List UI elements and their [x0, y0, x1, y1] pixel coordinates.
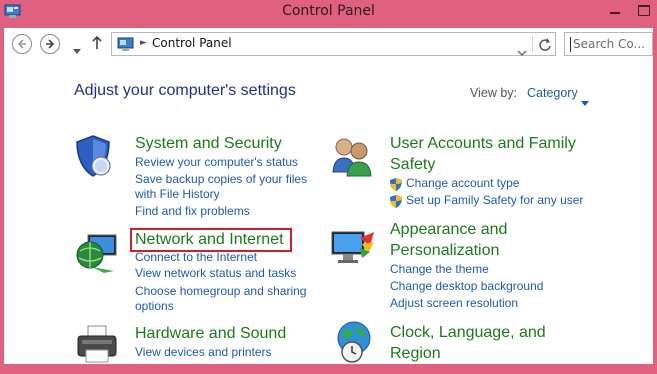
divider	[532, 36, 533, 52]
text-caret	[570, 37, 571, 52]
link-change-account[interactable]: Change account type	[406, 175, 519, 191]
search-input[interactable]: Search Co...	[564, 32, 653, 56]
category-user-accounts[interactable]: User Accounts and Family	[390, 133, 576, 154]
breadcrumb[interactable]: Control Panel	[152, 36, 232, 50]
printer-icon[interactable]	[74, 324, 120, 368]
security-shield-icon[interactable]	[74, 134, 112, 182]
monitor-paint-icon[interactable]	[330, 228, 376, 272]
users-icon[interactable]	[330, 134, 374, 182]
address-bar[interactable]: ► Control Panel	[111, 32, 556, 56]
category-clock-language[interactable]: Clock, Language, and	[390, 322, 546, 343]
link-family-safety[interactable]: Set up Family Safety for any user	[406, 192, 583, 208]
window-title: Control Panel	[282, 3, 375, 19]
control-panel-icon	[117, 37, 134, 56]
chevron-down-icon[interactable]	[581, 91, 589, 110]
uac-shield-icon	[390, 193, 402, 208]
link-save-backup[interactable]: Save backup copies of your files	[135, 171, 307, 187]
link-connect-internet[interactable]: Connect to the Internet	[135, 249, 257, 265]
maximize-button[interactable]	[632, 0, 656, 22]
link-change-theme[interactable]: Change the theme	[390, 261, 489, 277]
link-homegroup[interactable]: Choose homegroup and sharing	[135, 283, 306, 299]
category-network-internet[interactable]: Network and Internet	[135, 229, 284, 250]
control-panel-window: ► Control Panel Search Co... Adjust your…	[4, 28, 653, 364]
link-save-backup-cont[interactable]: with File History	[135, 186, 220, 202]
link-devices-printers[interactable]: View devices and printers	[135, 344, 272, 360]
view-by-dropdown[interactable]: Category	[527, 86, 578, 100]
link-find-fix[interactable]: Find and fix problems	[135, 203, 250, 219]
chevron-down-icon[interactable]	[517, 41, 527, 60]
category-system-security[interactable]: System and Security	[135, 133, 282, 154]
refresh-icon[interactable]	[538, 36, 552, 56]
view-by-label: View by:	[470, 86, 518, 100]
link-network-status[interactable]: View network status and tasks	[135, 265, 296, 281]
uac-shield-icon	[390, 176, 402, 191]
category-appearance[interactable]: Appearance and	[390, 219, 507, 240]
category-clock-language-cont[interactable]: Region	[390, 343, 441, 364]
category-appearance-cont[interactable]: Personalization	[390, 240, 499, 261]
link-homegroup-cont[interactable]: options	[135, 298, 174, 314]
forward-button[interactable]	[40, 34, 60, 54]
breadcrumb-chevron-icon[interactable]: ►	[140, 38, 147, 48]
window-bottom-border	[0, 364, 657, 374]
minimize-button[interactable]	[604, 0, 628, 22]
up-arrow-icon[interactable]	[92, 35, 102, 54]
link-desktop-background[interactable]: Change desktop background	[390, 278, 543, 294]
link-screen-resolution[interactable]: Adjust screen resolution	[390, 295, 518, 311]
category-user-accounts-cont[interactable]: Safety	[390, 154, 435, 175]
recent-pages-dropdown[interactable]	[73, 39, 81, 58]
title-bar: Control Panel	[0, 0, 657, 28]
category-hardware-sound[interactable]: Hardware and Sound	[135, 323, 286, 344]
page-title: Adjust your computer's settings	[74, 82, 296, 99]
network-globe-icon[interactable]	[74, 233, 118, 279]
globe-clock-icon[interactable]	[334, 320, 376, 368]
back-button[interactable]	[12, 34, 32, 54]
search-placeholder: Search Co...	[573, 37, 645, 51]
link-review-status[interactable]: Review your computer's status	[135, 154, 298, 170]
